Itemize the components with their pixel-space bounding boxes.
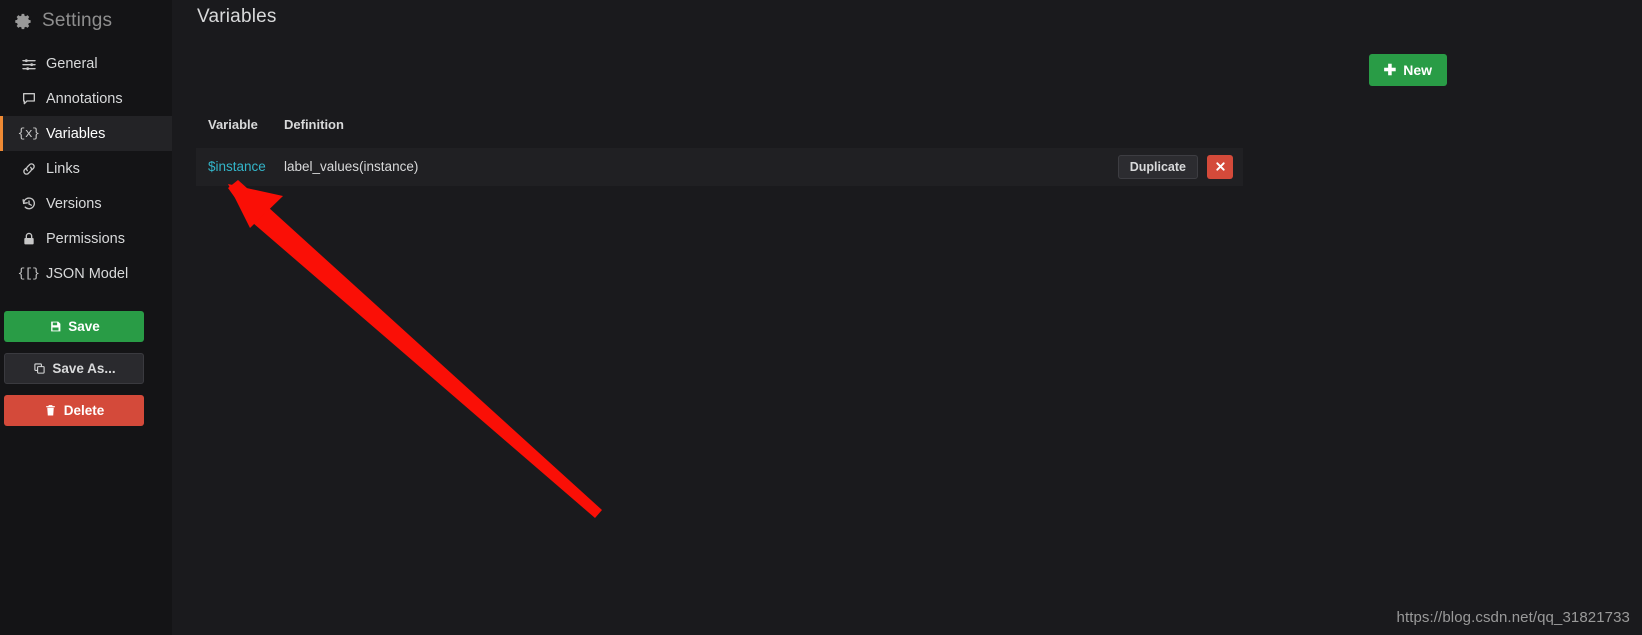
link-icon xyxy=(20,160,37,177)
sidebar-item-general[interactable]: General xyxy=(0,46,172,81)
sidebar-item-label: Permissions xyxy=(46,230,125,247)
sliders-icon xyxy=(20,55,37,72)
json-brackets-icon: {[} xyxy=(17,266,40,281)
sidebar-item-label: General xyxy=(46,55,98,72)
sidebar-item-label: Links xyxy=(46,160,80,177)
save-button[interactable]: Save xyxy=(4,311,144,342)
history-icon xyxy=(20,195,37,212)
save-disk-icon xyxy=(48,320,62,334)
settings-title: Settings xyxy=(42,10,113,31)
variable-name-cell: $instance xyxy=(208,158,284,176)
close-x-icon xyxy=(1215,160,1226,175)
copy-icon xyxy=(32,362,46,376)
comment-icon xyxy=(20,90,37,107)
sidebar-item-label: Versions xyxy=(46,195,102,212)
sidebar-action-buttons: Save Save As... Delete xyxy=(4,311,144,426)
variable-link[interactable]: $instance xyxy=(208,159,266,174)
delete-button[interactable]: Delete xyxy=(4,395,144,426)
save-as-button[interactable]: Save As... xyxy=(4,353,144,384)
variables-toolbar: ✚ New xyxy=(196,54,1622,86)
sidebar-item-variables[interactable]: {x} Variables xyxy=(0,116,172,151)
settings-page: Settings General Annotations {x} Variabl… xyxy=(0,0,1642,635)
sidebar-item-label: Variables xyxy=(46,125,106,142)
row-action-buttons: Duplicate xyxy=(1117,155,1233,179)
sidebar-item-links[interactable]: Links xyxy=(0,151,172,186)
duplicate-variable-button[interactable]: Duplicate xyxy=(1117,155,1198,179)
table-header-row: Variable Definition xyxy=(196,112,1243,136)
page-title: Variables xyxy=(197,6,277,27)
table-row: $instance label_values(instance) Duplica… xyxy=(196,148,1243,186)
trash-icon xyxy=(44,404,58,418)
save-button-label: Save xyxy=(68,319,100,334)
sidebar-item-json-model[interactable]: {[} JSON Model xyxy=(0,256,172,291)
delete-button-label: Delete xyxy=(63,403,105,418)
plus-icon: ✚ xyxy=(1383,61,1397,79)
lock-icon xyxy=(20,230,37,247)
remove-variable-button[interactable] xyxy=(1207,155,1233,179)
settings-nav: General Annotations {x} Variables Links … xyxy=(0,46,172,291)
sidebar-item-label: Annotations xyxy=(46,90,123,107)
new-variable-button-label: New xyxy=(1403,62,1432,78)
sidebar-item-versions[interactable]: Versions xyxy=(0,186,172,221)
sidebar-item-label: JSON Model xyxy=(46,265,129,282)
gear-icon xyxy=(14,12,33,31)
variables-content: Variables ✚ New Variable Definition $ins… xyxy=(172,0,1642,635)
curly-braces-x-icon: {x} xyxy=(17,126,40,141)
sidebar-item-permissions[interactable]: Permissions xyxy=(0,221,172,256)
column-header-variable: Variable xyxy=(208,116,258,132)
watermark-url: https://blog.csdn.net/qq_31821733 xyxy=(1396,609,1630,626)
settings-sidebar: Settings General Annotations {x} Variabl… xyxy=(0,0,172,635)
column-header-definition: Definition xyxy=(284,116,344,132)
settings-header: Settings xyxy=(0,4,172,38)
new-variable-button[interactable]: ✚ New xyxy=(1368,54,1447,86)
sidebar-item-annotations[interactable]: Annotations xyxy=(0,81,172,116)
variables-table: Variable Definition $instance label_valu… xyxy=(196,112,1243,186)
save-as-button-label: Save As... xyxy=(52,361,116,376)
variable-definition-cell: label_values(instance) xyxy=(284,159,419,174)
